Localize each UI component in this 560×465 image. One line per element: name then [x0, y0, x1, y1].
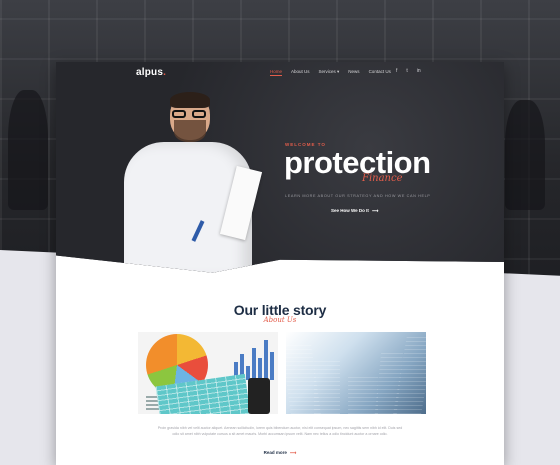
hero-photo-businessman: [116, 90, 263, 273]
hero-cta-label: See How We Do It: [331, 208, 369, 213]
twitter-icon[interactable]: t: [406, 68, 407, 74]
read-more-link[interactable]: Read more ⟶: [56, 450, 504, 456]
social-links: f t in: [396, 68, 421, 74]
phone-graphic: [248, 378, 270, 414]
story-script: About Us: [263, 316, 297, 324]
nav-link-about[interactable]: About Us: [291, 69, 310, 76]
hero-subtitle: LEARN MORE ABOUT OUR STRATEGY AND HOW WE…: [285, 194, 431, 198]
hair: [170, 92, 210, 108]
read-more-label: Read more: [263, 450, 287, 455]
hero-title: protection: [284, 145, 431, 180]
top-nav: alpus. Home About Us Services ▾ News Con…: [56, 62, 504, 84]
nav-link-home[interactable]: Home: [270, 69, 283, 76]
nav-link-services[interactable]: Services ▾: [319, 69, 340, 76]
nav-link-news[interactable]: News: [348, 69, 359, 76]
hero-script: Finance: [362, 173, 403, 184]
hero-section: WELCOME TO protection Finance LEARN MORE…: [56, 62, 504, 273]
glasses: [172, 110, 208, 118]
hero-cta-link[interactable]: See How We Do It ⟶: [331, 208, 378, 214]
logo-dot: .: [163, 67, 167, 78]
website-preview: WELCOME TO protection Finance LEARN MORE…: [56, 62, 504, 465]
arrow-right-icon: ⟶: [371, 208, 379, 213]
beard: [174, 120, 206, 142]
facebook-icon[interactable]: f: [396, 68, 397, 74]
arrow-right-icon: ⟶: [289, 450, 297, 455]
nav-links: Home About Us Services ▾ News Contact Us: [270, 69, 391, 76]
linkedin-icon[interactable]: in: [417, 68, 421, 74]
bar-chart-graphic: [234, 336, 276, 380]
nav-link-contact[interactable]: Contact Us: [369, 69, 391, 76]
background-person: [505, 100, 545, 210]
finance-charts-image: [138, 332, 278, 414]
background-person: [8, 90, 48, 210]
logo-text: alpus: [136, 67, 164, 78]
story-paragraph: Proin gravida nibh vel velit auctor aliq…: [157, 426, 403, 436]
skyscrapers-image: [286, 332, 426, 414]
logo[interactable]: alpus.: [136, 67, 166, 78]
